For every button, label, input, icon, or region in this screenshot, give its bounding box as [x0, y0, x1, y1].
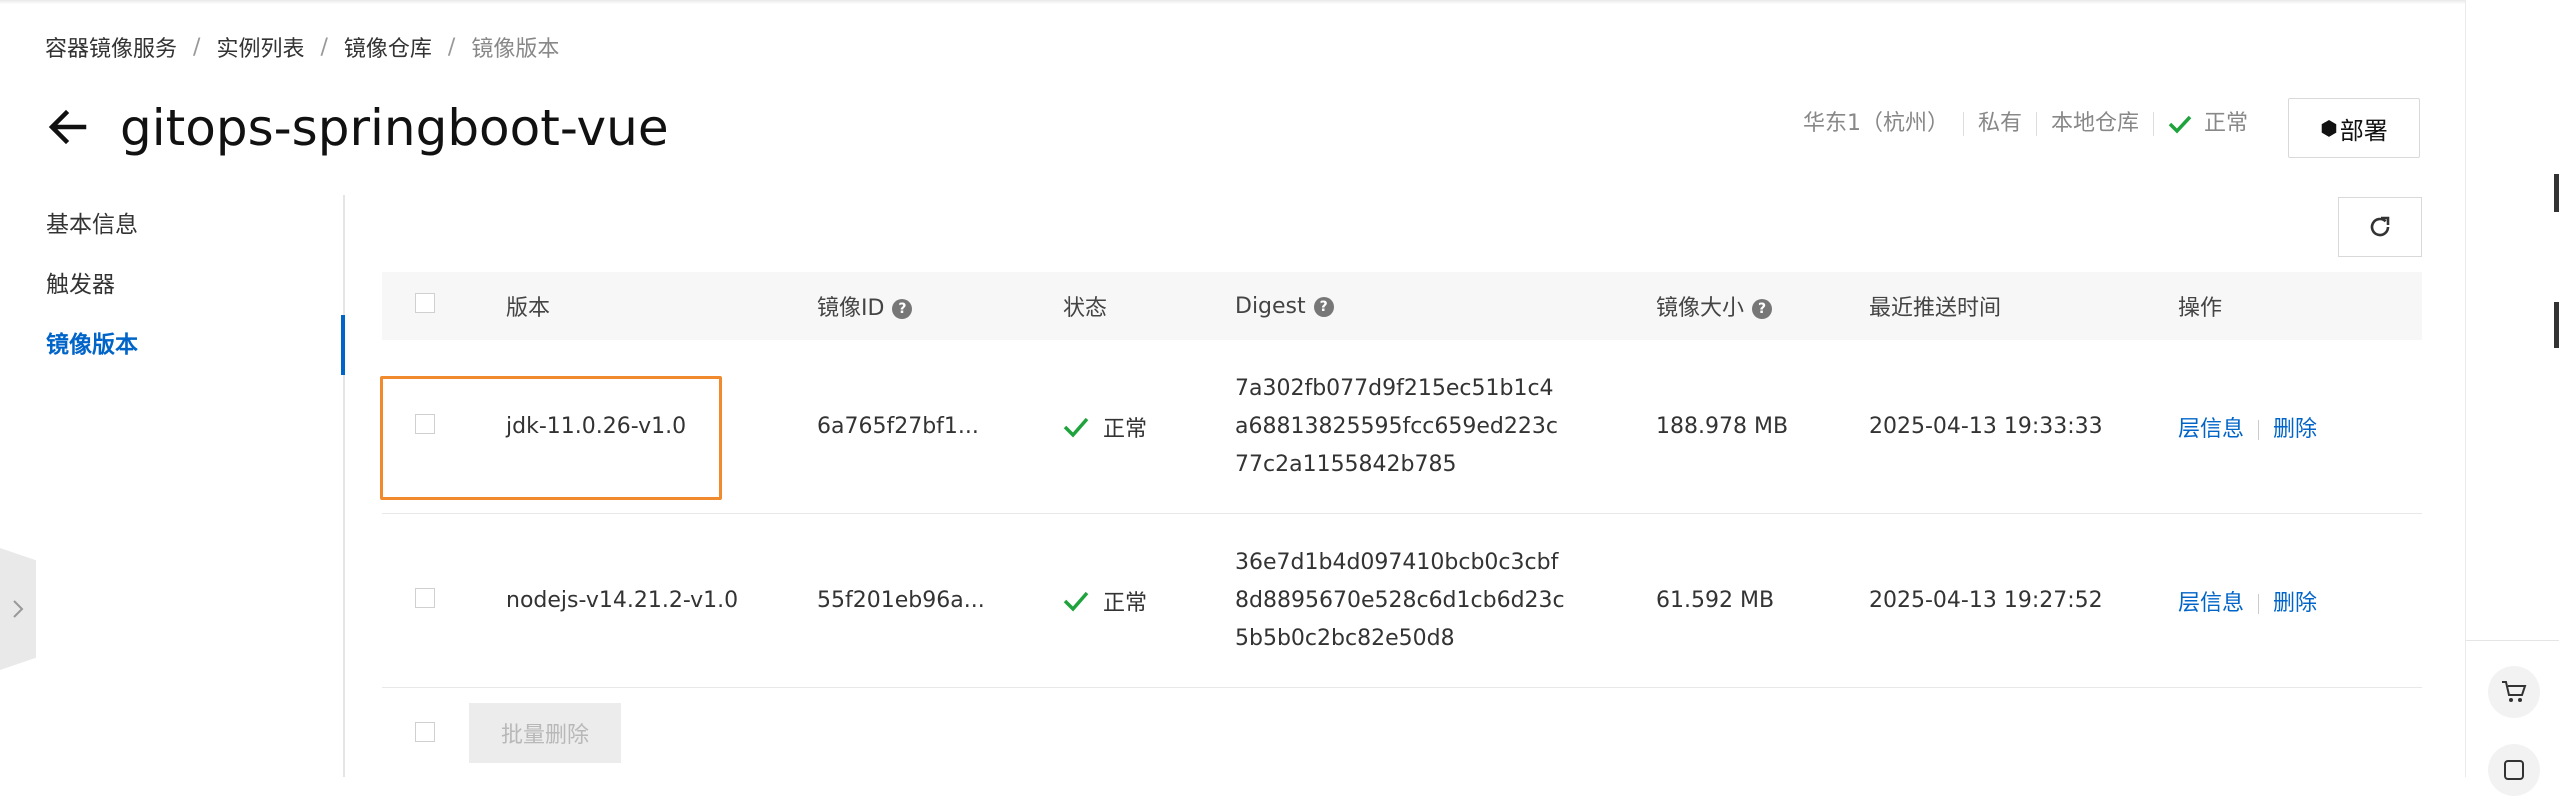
check-icon: [1063, 591, 1089, 612]
scroll-edge-mark: [2554, 174, 2559, 212]
batch-delete-button[interactable]: 批量删除: [469, 703, 621, 763]
breadcrumb-separator: /: [320, 34, 328, 60]
layer-info-link[interactable]: 层信息: [2178, 417, 2244, 442]
header-last-push: 最近推送时间: [1869, 296, 2002, 321]
sidebar-item-triggers[interactable]: 触发器: [0, 255, 345, 315]
row-checkbox[interactable]: [415, 587, 435, 608]
header-image-id: 镜像ID?: [817, 290, 1063, 322]
ops-cell: 层信息 删除: [2178, 585, 2422, 617]
right-toolbar: [2465, 0, 2559, 777]
delete-link[interactable]: 删除: [2273, 417, 2317, 442]
question-circle-icon[interactable]: ?: [1752, 299, 1773, 319]
size-cell: 61.592 MB: [1656, 588, 1775, 613]
header-image-id-label: 镜像ID: [817, 296, 885, 321]
image-id-cell: 55f201eb96a...: [817, 588, 985, 613]
check-icon: [1063, 417, 1089, 438]
breadcrumb: 容器镜像服务 / 实例列表 / 镜像仓库 / 镜像版本: [45, 31, 559, 63]
repo-source-label: 本地仓库: [2035, 112, 2153, 136]
digest-text: 36e7d1b4d097410bcb0c3cbf8d8895670e528c6d…: [1235, 549, 1565, 651]
chevron-right-icon: [13, 600, 24, 618]
region-label: 华东1（杭州）: [1802, 111, 1949, 136]
breadcrumb-item-instances[interactable]: 实例列表: [216, 31, 304, 63]
header-digest: Digest?: [1235, 294, 1656, 319]
header-size-label: 镜像大小: [1656, 296, 1745, 321]
digest-cell: 7a302fb077d9f215ec51b1c4a68813825595fcc6…: [1235, 370, 1656, 484]
sidebar-item-basic-info[interactable]: 基本信息: [0, 195, 345, 255]
api-icon: [2504, 760, 2524, 780]
version-cell: nodejs-v14.21.2-v1.0: [506, 588, 739, 613]
sidebar-divider: [343, 195, 345, 777]
expand-panel-tab[interactable]: [0, 548, 36, 670]
cart-button[interactable]: [2488, 666, 2540, 718]
breadcrumb-item-service[interactable]: 容器镜像服务: [45, 31, 177, 63]
image-versions-table: 版本 镜像ID? 状态 Digest? 镜像大小? 最近推送时间 操作 jdk-…: [382, 272, 2422, 688]
arrow-left-icon[interactable]: [44, 103, 92, 151]
repo-meta: 华东1（杭州） 私有 本地仓库 正常: [1789, 112, 2262, 136]
breadcrumb-separator: /: [447, 34, 456, 60]
status-text: 正常: [1103, 590, 1148, 616]
deploy-button-label: 部署: [2339, 116, 2388, 145]
question-circle-icon[interactable]: ?: [1313, 296, 1334, 317]
last-push-cell: 2025-04-13 19:33:33: [1869, 414, 2103, 439]
breadcrumb-current: 镜像版本: [471, 37, 560, 62]
image-id-cell: 6a765f27bf1...: [817, 414, 979, 439]
status-text: 正常: [1103, 416, 1148, 442]
sidebar-active-indicator: [341, 315, 345, 375]
digest-text: 7a302fb077d9f215ec51b1c4a68813825595fcc6…: [1235, 375, 1558, 477]
right-toolbar-divider: [2466, 640, 2559, 641]
header-status: 状态: [1063, 296, 1108, 321]
version-cell: jdk-11.0.26-v1.0: [506, 414, 687, 439]
header-digest-label: Digest: [1235, 293, 1306, 319]
visibility-label: 私有: [1962, 112, 2036, 136]
last-push-cell: 2025-04-13 19:27:52: [1869, 588, 2103, 613]
delete-link[interactable]: 删除: [2273, 591, 2317, 616]
breadcrumb-separator: /: [193, 34, 201, 60]
sidebar: 基本信息 触发器 镜像版本: [0, 195, 345, 375]
repo-status-text: 正常: [2203, 111, 2248, 136]
refresh-button[interactable]: [2338, 197, 2422, 257]
table-header: 版本 镜像ID? 状态 Digest? 镜像大小? 最近推送时间 操作: [382, 272, 2422, 340]
cart-icon: [2502, 681, 2527, 702]
table-row: nodejs-v14.21.2-v1.0 55f201eb96a... 正常 3…: [382, 514, 2422, 688]
breadcrumb-item-repositories[interactable]: 镜像仓库: [344, 31, 432, 63]
cube-icon: ⬢: [2320, 116, 2338, 140]
digest-cell: 36e7d1b4d097410bcb0c3cbf8d8895670e528c6d…: [1235, 544, 1656, 658]
refresh-icon: [2370, 216, 2390, 237]
header-version: 版本: [506, 296, 551, 321]
scroll-edge-mark: [2554, 302, 2559, 348]
repo-status: 正常: [2152, 111, 2262, 136]
layer-info-link[interactable]: 层信息: [2178, 591, 2244, 616]
deploy-button[interactable]: ⬢ 部署: [2288, 98, 2420, 158]
check-icon: [2168, 115, 2192, 134]
header-size: 镜像大小?: [1656, 290, 1869, 322]
ops-cell: 层信息 删除: [2178, 411, 2422, 443]
ops-divider: [2258, 419, 2260, 440]
status-cell: 正常: [1063, 585, 1235, 617]
header-ops: 操作: [2178, 296, 2223, 321]
top-shadow: [0, 0, 2559, 4]
table-row: jdk-11.0.26-v1.0 6a765f27bf1... 正常 7a302…: [382, 340, 2422, 514]
sidebar-item-image-versions[interactable]: 镜像版本: [0, 315, 345, 375]
ops-divider: [2258, 593, 2260, 614]
select-all-checkbox[interactable]: [415, 293, 435, 313]
page-title: gitops-springboot-vue: [120, 99, 669, 157]
size-cell: 188.978 MB: [1656, 414, 1789, 439]
status-cell: 正常: [1063, 411, 1235, 443]
row-checkbox[interactable]: [415, 413, 435, 434]
question-circle-icon[interactable]: ?: [892, 299, 913, 319]
api-button[interactable]: [2488, 744, 2540, 796]
footer-select-all-checkbox[interactable]: [415, 722, 435, 742]
